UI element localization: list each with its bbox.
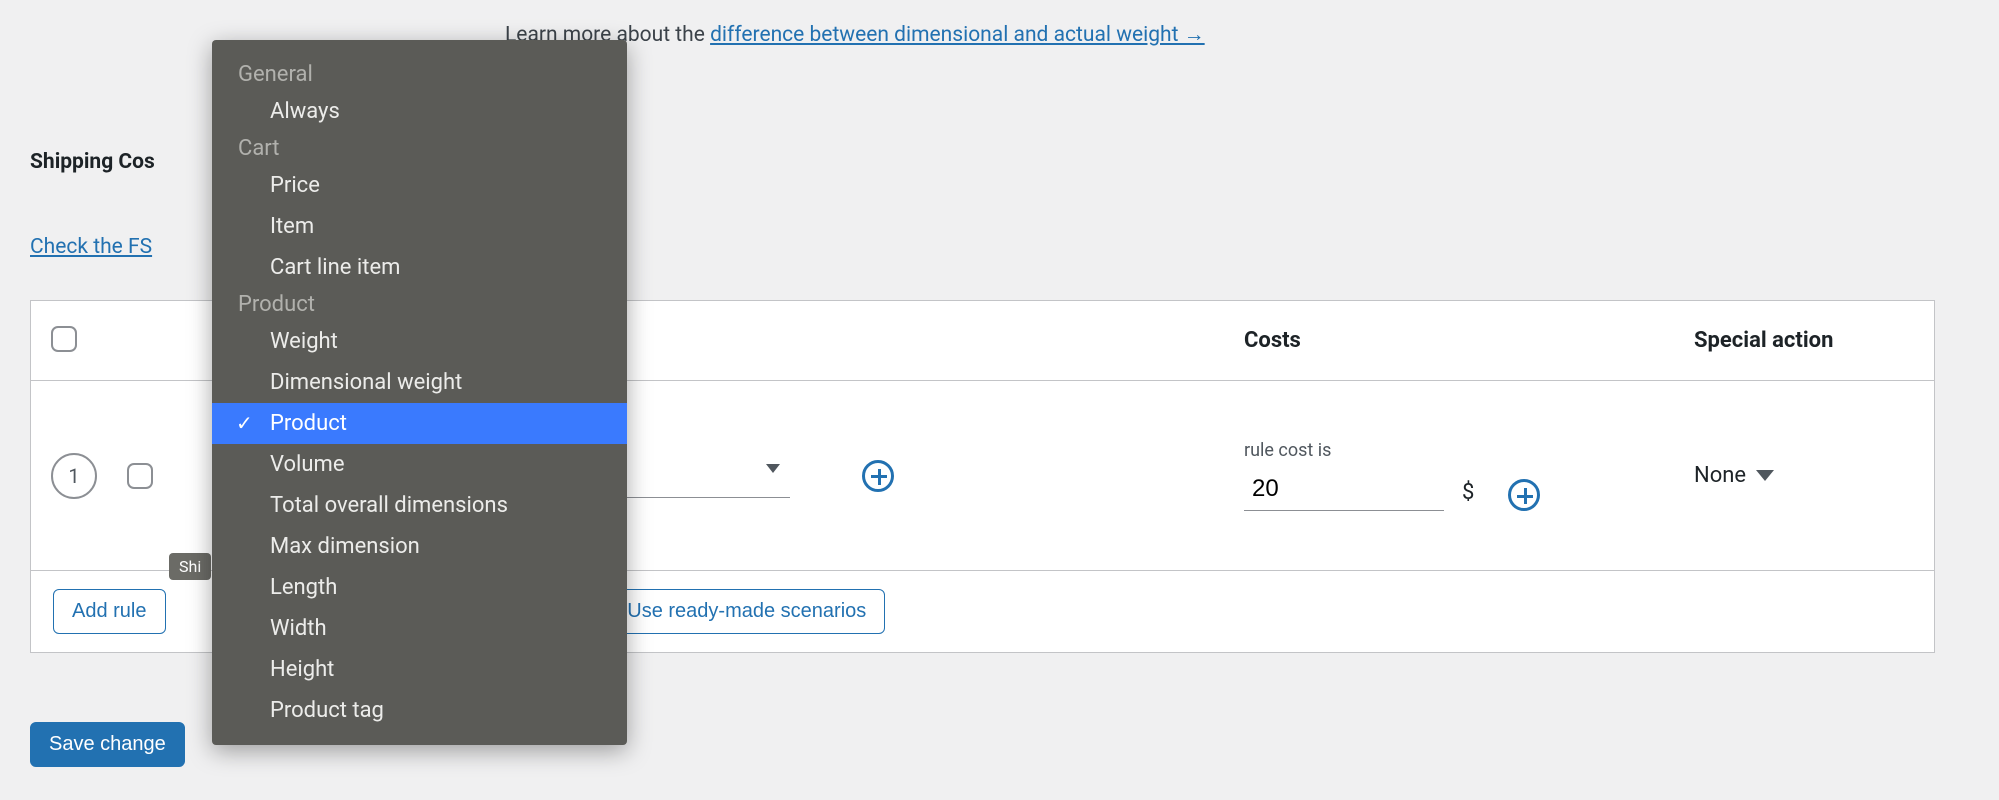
dropdown-item[interactable]: Always <box>212 91 627 132</box>
chevron-down-icon[interactable] <box>766 464 780 473</box>
select-all-checkbox[interactable] <box>51 326 77 352</box>
cost-input[interactable] <box>1244 467 1444 511</box>
currency-symbol: $ <box>1462 480 1474 505</box>
header-col-checkbox <box>51 326 191 356</box>
dropdown-group-label: General <box>212 58 627 91</box>
dropdown-item[interactable]: Height <box>212 649 627 690</box>
add-rule-button[interactable]: Add rule <box>53 589 166 634</box>
dropdown-item[interactable]: Weight <box>212 321 627 362</box>
cost-label: rule cost is <box>1244 440 1444 461</box>
row-checkbox[interactable] <box>127 463 153 489</box>
dropdown-item[interactable]: Width <box>212 608 627 649</box>
dropdown-item[interactable]: Price <box>212 165 627 206</box>
add-cost-button[interactable] <box>1508 479 1540 511</box>
dropdown-group-label: Product <box>212 288 627 321</box>
dropdown-item[interactable]: Item <box>212 206 627 247</box>
header-col-costs: Costs <box>1244 328 1694 353</box>
row-order-handle[interactable]: 1 <box>51 453 97 499</box>
condition-type-dropdown[interactable]: GeneralAlwaysCartPriceItemCart line item… <box>212 40 627 745</box>
dropdown-item[interactable]: Total overall dimensions <box>212 485 627 526</box>
dropdown-item[interactable]: Cart line item <box>212 247 627 288</box>
special-action-select[interactable]: None <box>1694 463 1774 488</box>
tooltip-fragment: Shi <box>169 553 211 580</box>
row-order-number: 1 <box>68 464 79 488</box>
add-condition-button[interactable] <box>862 460 894 492</box>
check-fs-link[interactable]: Check the FS <box>30 235 152 259</box>
dropdown-item[interactable]: Volume <box>212 444 627 485</box>
dropdown-item[interactable]: Product <box>212 403 627 444</box>
dropdown-item[interactable]: Product tag <box>212 690 627 731</box>
use-scenarios-button[interactable]: Use ready-made scenarios <box>608 589 885 634</box>
special-action-area: None <box>1694 463 1914 488</box>
header-col-special-action: Special action <box>1694 328 1914 353</box>
dropdown-item[interactable]: Dimensional weight <box>212 362 627 403</box>
weight-help-link[interactable]: difference between dimensional and actua… <box>710 23 1205 47</box>
special-action-value: None <box>1694 463 1746 488</box>
save-changes-button[interactable]: Save change <box>30 722 185 767</box>
dropdown-group-label: Cart <box>212 132 627 165</box>
section-title-shipping-cost: Shipping Cos <box>30 150 155 174</box>
chevron-down-icon <box>1756 470 1774 481</box>
dropdown-item[interactable]: Max dimension <box>212 526 627 567</box>
costs-area: rule cost is $ <box>1244 440 1694 511</box>
dropdown-item[interactable]: Length <box>212 567 627 608</box>
